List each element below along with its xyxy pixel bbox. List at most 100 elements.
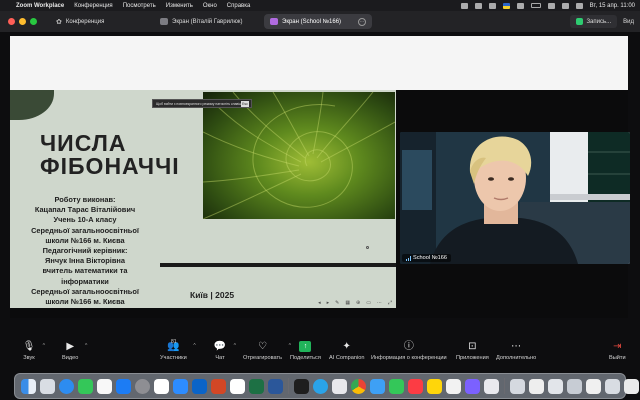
fullscreen-window-button[interactable] [30,18,37,25]
document-thumbnail-icon[interactable] [605,378,620,394]
author-line: Роботу виконав: [54,195,116,204]
tab-screen-vitalii-label: Экран (Віталій Гаврилюк) [172,18,243,25]
tab-meeting-label: Конференция [65,18,105,25]
zoom-status-icon[interactable] [460,2,468,9]
tab-screen-school[interactable]: Экран (School №166) ··· [264,14,372,29]
chevron-up-icon[interactable]: ^ [43,343,45,349]
ai-companion-button[interactable]: ✦ AI Companion [329,340,364,361]
menu-view[interactable]: Посмотреть [123,3,156,9]
apps-button[interactable]: ⊡ Приложения [456,340,489,361]
pen-icon[interactable]: ✎ [335,300,339,306]
music-icon[interactable] [408,378,423,394]
more-icon[interactable]: ··· [358,17,366,26]
mail-icon[interactable] [370,378,385,394]
dock-separator [288,378,289,394]
excel-icon[interactable] [249,378,264,394]
document-thumbnail-icon[interactable] [586,378,601,394]
participant-name: School №166 [413,255,447,261]
launchpad-icon[interactable] [40,378,55,394]
word-doc-icon[interactable] [230,378,245,394]
document-thumbnail-icon[interactable] [510,378,525,394]
contacts-icon[interactable] [332,378,347,394]
finder-icon[interactable] [21,378,36,394]
author-line: школи №166 м. Києва [45,235,125,245]
exit-fullscreen-icon[interactable]: ⤢ [388,300,392,306]
safari-icon[interactable] [59,378,74,394]
document-thumbnail-icon[interactable] [529,378,544,394]
viber-icon[interactable] [465,378,480,394]
menu-edit[interactable]: Изменить [166,3,193,9]
chevron-up-icon[interactable]: ^ [85,343,87,349]
menu-zoom-workplace[interactable]: Zoom Workplace [16,3,64,9]
zoom-in-icon[interactable]: ⊕ [356,300,360,306]
menubar-clock[interactable]: Вт, 15 апр. 11:00 [590,3,635,9]
recording-indicator[interactable]: Запись... [570,15,618,28]
calendar-icon[interactable] [154,378,169,394]
participants-button[interactable]: 👥 81 Участники ^ [160,339,196,361]
video-label: Видео [62,355,79,361]
author-line: Педагогічний керівник: [42,246,128,256]
tab-screen-vitalii[interactable]: Экран (Віталій Гаврилюк) [154,14,264,29]
chat-button[interactable]: 💬 Чат ^ [213,340,236,361]
share-screen-icon: ↑ [298,340,312,353]
subtitles-icon[interactable]: ▭ [366,300,371,306]
control-center-icon[interactable] [575,2,583,9]
minimize-window-button[interactable] [19,18,26,25]
video-button[interactable]: ▶ Видео ^ [62,340,87,361]
messages-icon[interactable] [389,378,404,394]
document-thumbnail-icon[interactable] [548,378,563,394]
facetime-icon[interactable] [78,378,93,394]
photos-icon[interactable] [97,378,112,394]
slide-title: ЧИСЛА ФІБОНАЧЧІ [40,132,180,178]
reminders-icon[interactable] [446,378,461,394]
participant-video-tile[interactable]: School №166 [400,132,630,264]
wifi-icon[interactable] [547,2,555,9]
battery-icon[interactable] [530,3,541,8]
leave-label: Выйти [609,355,626,361]
mute-button[interactable]: 🎙 Звук ^ [22,340,45,361]
author-line: Середньої загальноосвітньої [31,225,139,235]
apps-label: Приложения [456,355,489,361]
outlook-icon[interactable] [192,378,207,394]
powerpoint-icon[interactable] [211,378,226,394]
tab-meeting[interactable]: ✿ Конференция [50,14,154,29]
prev-slide-icon[interactable]: ◂ [318,300,321,306]
document-thumbnail-icon[interactable] [567,378,582,394]
app-store-icon[interactable] [116,378,131,394]
notes-icon[interactable] [427,378,442,394]
flag-ukraine-icon[interactable] [502,2,510,9]
zoom-icon[interactable] [173,378,188,394]
slide-corner-shape [10,90,54,120]
chat-icon: 💬 [213,341,227,352]
spotlight-icon[interactable] [561,2,569,9]
close-window-button[interactable] [8,18,15,25]
more-button[interactable]: ⋯ Дополнительно [496,340,536,361]
share-screen-button[interactable]: ↑ Поделиться [290,340,321,361]
sound-icon[interactable] [516,2,524,9]
telegram-icon[interactable] [313,378,328,394]
leave-button[interactable]: ⇥ Выйти [609,340,626,361]
view-button[interactable]: Вид [617,19,640,25]
shield-icon [576,18,584,25]
react-button[interactable]: ♡ Отреагировать ^ [243,340,291,361]
system-settings-icon[interactable] [135,378,150,394]
preview-icon[interactable] [484,378,499,394]
mac-dock [14,373,639,399]
participant-video-frame [400,132,630,264]
word-icon[interactable] [268,378,283,394]
chevron-up-icon[interactable]: ^ [234,343,236,349]
chrome-icon[interactable] [351,378,366,394]
menu-help[interactable]: Справка [227,3,251,9]
chevron-up-icon[interactable]: ^ [193,343,195,349]
menu-meeting[interactable]: Конференция [74,3,112,9]
cloud-icon[interactable] [474,2,482,9]
meeting-info-button[interactable]: ⓘ Информация о конференции [371,340,447,361]
terminal-icon[interactable] [294,378,309,394]
next-slide-icon[interactable]: ▸ [327,300,330,306]
menubar-status: Вт, 15 апр. 11:00 [460,2,640,9]
grid-icon[interactable] [488,2,496,9]
grid-view-icon[interactable]: ▦ [345,300,350,306]
more-options-icon[interactable]: ⋯ [377,300,382,306]
menu-window[interactable]: Окно [203,3,217,9]
document-thumbnail-icon[interactable] [624,378,639,394]
